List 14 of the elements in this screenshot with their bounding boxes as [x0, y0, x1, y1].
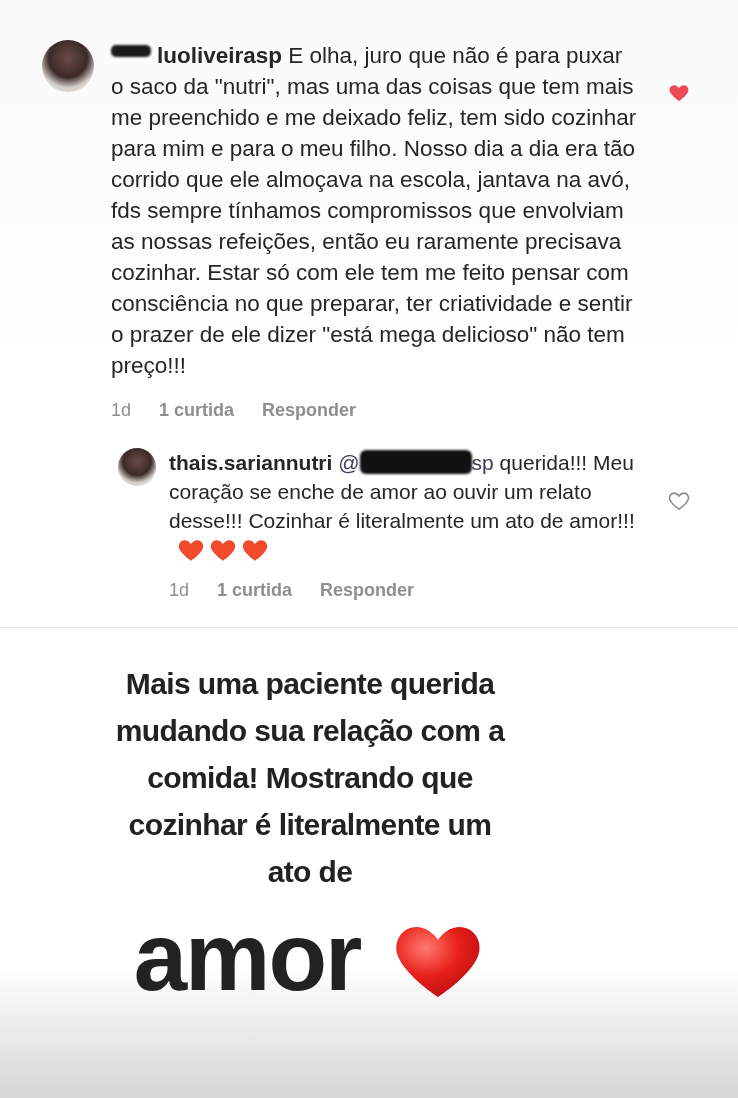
username[interactable]: luoliveirasp	[157, 45, 283, 68]
liked-heart-icon[interactable]	[668, 82, 690, 102]
comment-text: thais.sariannutri @ sp querida!!! Meu coração se enche de amor ao ouvir um relato desse!!! Cozinhar é literalmente um ato de amor!!!	[169, 448, 639, 564]
username[interactable]: thais.sariannutri	[169, 452, 333, 473]
heart-icon[interactable]	[668, 490, 690, 510]
caption-big-word: amor	[133, 909, 361, 1005]
caption-text: Mais uma paciente querida mudando sua relação com a comida! Mostrando que cozinhar é literalmente um ato de	[114, 666, 506, 890]
comment-text: luoliveirasp E olha, juro que não é para puxar o saco da "nutri", mas uma das coisas que tem mais me preenchido e me deixado feliz, tem sido cozinhar para mim e para o meu filho. Nosso dia a dia era tão corrido que ele almoçava na escola, jantava na avó, fds sempre tínhamos compromissos que envolviam as nossas refeições, então eu raramente precisava cozinhar. Estar só com ele tem me feito pensar com consciência no que preparar, ter criatividade e sentir o prazer de ele dizer "está mega delicioso" não tem preço!!!	[111, 42, 638, 380]
comment-time: 1d	[169, 579, 190, 602]
comment-time: 1d	[111, 399, 132, 422]
mention-end[interactable]: sp	[471, 451, 494, 474]
avatar[interactable]	[118, 448, 156, 486]
mention-start[interactable]: @	[338, 451, 360, 474]
avatar[interactable]	[42, 40, 94, 92]
